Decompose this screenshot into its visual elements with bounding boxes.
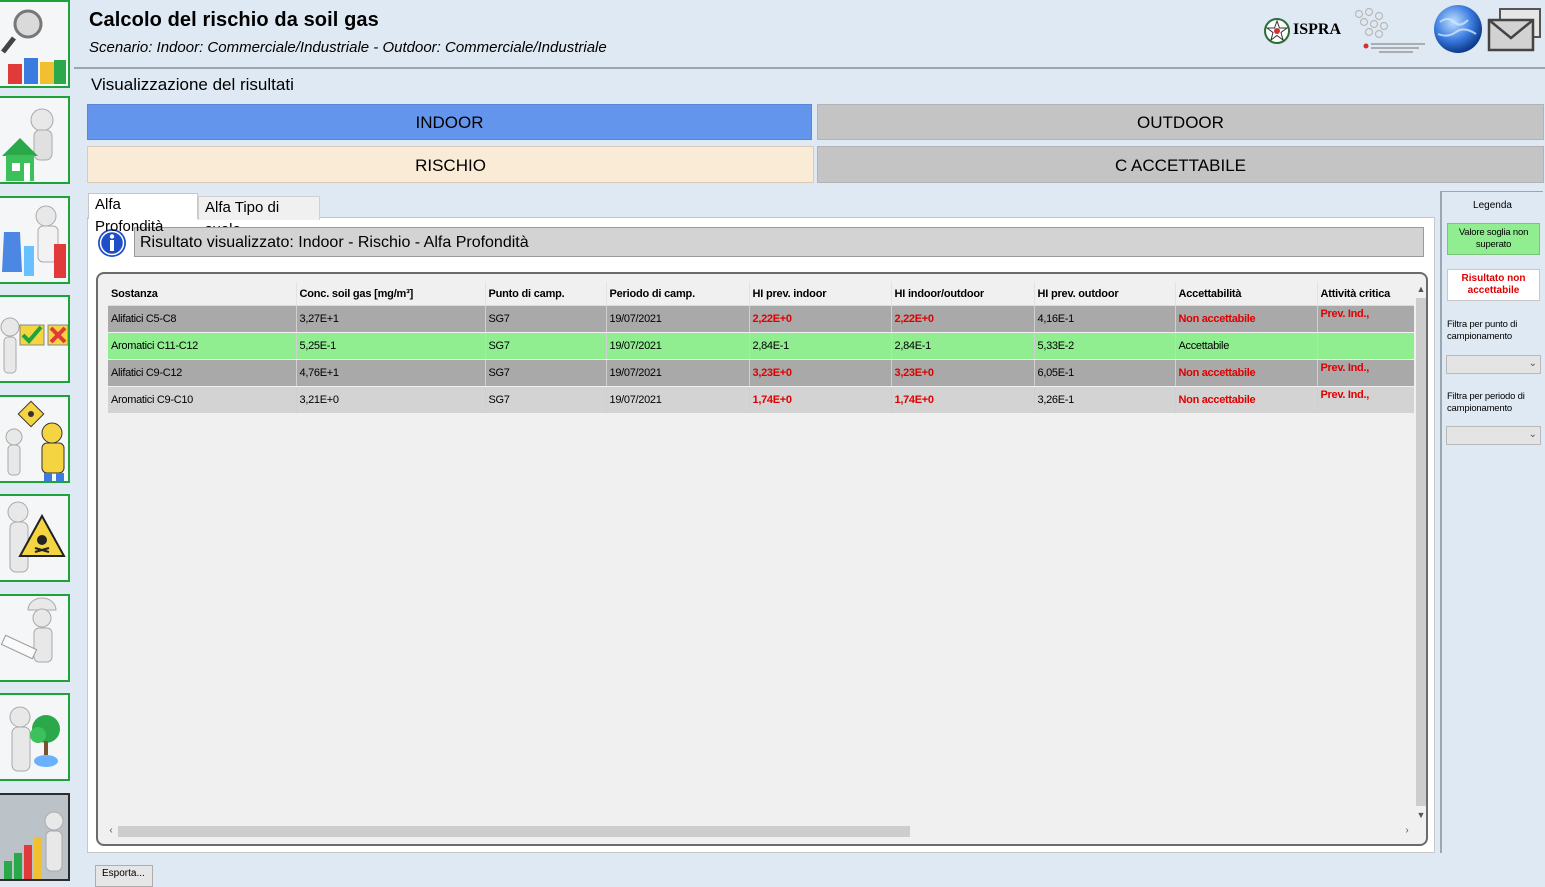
- table-header-row: Sostanza Conc. soil gas [mg/m³] Punto di…: [108, 282, 1415, 306]
- cell-hi-indoor-outdoor: 2,84E-1: [891, 332, 1035, 360]
- cell-accettabilita: Non accettabile: [1175, 305, 1318, 333]
- export-button[interactable]: Esporta...: [95, 865, 153, 887]
- col-header-attivita-critica[interactable]: Attività critica: [1317, 282, 1415, 306]
- filter-periodo-select[interactable]: ⌄: [1446, 426, 1541, 445]
- col-header-hi-indoor-outdoor[interactable]: HI indoor/outdoor: [891, 282, 1035, 306]
- scroll-up-icon[interactable]: ▲: [1414, 282, 1426, 296]
- cell-hi-indoor-outdoor: 2,22E+0: [891, 305, 1035, 333]
- cell-hi-outdoor: 4,16E-1: [1034, 305, 1176, 333]
- cell-attivita-critica: Prev. Ind.,: [1317, 359, 1415, 387]
- col-header-periodo[interactable]: Periodo di camp.: [606, 282, 750, 306]
- home-settings-icon[interactable]: [0, 96, 70, 184]
- cell-attivita-critica: Prev. Ind.,: [1317, 386, 1415, 414]
- left-nav-rail: [0, 0, 74, 881]
- cell-accettabilita: Non accettabile: [1175, 386, 1318, 414]
- indoor-button[interactable]: INDOOR: [87, 104, 812, 140]
- outdoor-button[interactable]: OUTDOOR: [817, 104, 1544, 140]
- cell-attivita-critica: [1317, 332, 1415, 360]
- section-label: Visualizzazione del risultati: [91, 75, 294, 94]
- col-header-sostanza[interactable]: Sostanza: [108, 282, 297, 306]
- cell-sostanza: Aromatici C11-C12: [108, 332, 297, 360]
- scroll-down-icon[interactable]: ▼: [1414, 808, 1426, 822]
- table-row[interactable]: Aromatici C11-C12 5,25E-1 SG7 19/07/2021…: [108, 332, 1415, 360]
- approve-reject-icon[interactable]: [0, 295, 70, 383]
- results-grid-container: Sostanza Conc. soil gas [mg/m³] Punto di…: [96, 272, 1428, 846]
- cell-hi-indoor: 2,22E+0: [749, 305, 892, 333]
- col-header-conc[interactable]: Conc. soil gas [mg/m³]: [296, 282, 486, 306]
- cell-periodo: 19/07/2021: [606, 305, 750, 333]
- cell-hi-outdoor: 6,05E-1: [1034, 359, 1176, 387]
- app-header: Calcolo del rischio da soil gas Scenario…: [74, 0, 1545, 69]
- horizontal-scroll-thumb[interactable]: [118, 826, 910, 837]
- cell-sostanza: Alifatici C5-C8: [108, 305, 297, 333]
- cell-accettabilita: Non accettabile: [1175, 359, 1318, 387]
- col-header-hi-outdoor[interactable]: HI prev. outdoor: [1034, 282, 1176, 306]
- cell-conc: 5,25E-1: [296, 332, 486, 360]
- cell-hi-outdoor: 5,33E-2: [1034, 332, 1176, 360]
- legend-panel: Legenda Valore soglia non superato Risul…: [1440, 191, 1543, 853]
- table-row[interactable]: Alifatici C5-C8 3,27E+1 SG7 19/07/2021 2…: [108, 305, 1415, 333]
- results-chart-icon[interactable]: [0, 793, 70, 881]
- cell-periodo: 19/07/2021: [606, 332, 750, 360]
- cell-punto: SG7: [485, 332, 607, 360]
- hazmat-worker-icon[interactable]: [0, 395, 70, 483]
- filter-punto-select[interactable]: ⌄: [1446, 355, 1541, 374]
- table-row[interactable]: Alifatici C9-C12 4,76E+1 SG7 19/07/2021 …: [108, 359, 1415, 387]
- table-row[interactable]: Aromatici C9-C10 3,21E+0 SG7 19/07/2021 …: [108, 386, 1415, 414]
- cell-hi-indoor: 1,74E+0: [749, 386, 892, 414]
- cell-accettabilita: Accettabile: [1175, 332, 1318, 360]
- results-table: Sostanza Conc. soil gas [mg/m³] Punto di…: [108, 282, 1415, 414]
- tab-alfa-profondita[interactable]: Alfa Profondità: [88, 193, 198, 235]
- scroll-right-icon[interactable]: ›: [1400, 824, 1414, 838]
- legend-ok-swatch: Valore soglia non superato: [1447, 223, 1540, 255]
- col-header-punto[interactable]: Punto di camp.: [485, 282, 607, 306]
- search-report-icon[interactable]: [0, 0, 70, 88]
- cell-punto: SG7: [485, 386, 607, 414]
- cell-hi-outdoor: 3,26E-1: [1034, 386, 1176, 414]
- laboratory-icon[interactable]: [0, 196, 70, 284]
- cell-periodo: 19/07/2021: [606, 359, 750, 387]
- col-header-accettabilita[interactable]: Accettabilità: [1175, 282, 1318, 306]
- legend-ko-swatch: Risultato non accettabile: [1447, 269, 1540, 301]
- filter-punto-label: Filtra per punto di campionamento: [1447, 319, 1518, 342]
- horizontal-scrollbar[interactable]: ‹ ›: [104, 824, 1414, 838]
- cell-punto: SG7: [485, 359, 607, 387]
- mail-icon[interactable]: [1486, 6, 1544, 59]
- cell-hi-indoor-outdoor: 1,74E+0: [891, 386, 1035, 414]
- cell-conc: 3,27E+1: [296, 305, 486, 333]
- cell-conc: 3,21E+0: [296, 386, 486, 414]
- chevron-down-icon: ⌄: [1528, 358, 1537, 369]
- globe-icon[interactable]: [1432, 2, 1484, 61]
- filter-periodo-label: Filtra per periodo di campionamento: [1447, 391, 1525, 414]
- chevron-down-icon: ⌄: [1528, 429, 1537, 440]
- scroll-left-icon[interactable]: ‹: [104, 824, 118, 838]
- cell-attivita-critica: Prev. Ind.,: [1317, 305, 1415, 333]
- tab-alfa-tipo-suolo[interactable]: Alfa Tipo di suolo: [198, 196, 320, 238]
- snpa-logo: [1349, 4, 1429, 56]
- c-accettabile-button[interactable]: C ACCETTABILE: [817, 146, 1544, 183]
- ecology-plant-icon[interactable]: [0, 693, 70, 781]
- ispra-logo: ISPRA: [1263, 14, 1345, 50]
- col-header-hi-indoor[interactable]: HI prev. indoor: [749, 282, 892, 306]
- toxic-warning-icon[interactable]: [0, 494, 70, 582]
- cell-sostanza: Aromatici C9-C10: [108, 386, 297, 414]
- page-title: Calcolo del rischio da soil gas: [89, 9, 379, 31]
- cell-periodo: 19/07/2021: [606, 386, 750, 414]
- cell-sostanza: Alifatici C9-C12: [108, 359, 297, 387]
- cell-hi-indoor: 2,84E-1: [749, 332, 892, 360]
- engineer-ruler-icon[interactable]: [0, 594, 70, 682]
- ispra-logo-text: ISPRA: [1293, 21, 1342, 38]
- info-bar: Risultato visualizzato: Indoor - Rischio…: [134, 227, 1424, 257]
- cell-hi-indoor: 3,23E+0: [749, 359, 892, 387]
- cell-punto: SG7: [485, 305, 607, 333]
- scenario-subtitle: Scenario: Indoor: Commerciale/Industrial…: [89, 39, 607, 56]
- legend-title: Legenda: [1473, 200, 1512, 211]
- cell-hi-indoor-outdoor: 3,23E+0: [891, 359, 1035, 387]
- vertical-scroll-thumb[interactable]: [1416, 298, 1426, 806]
- vertical-scrollbar[interactable]: ▲ ▼: [1414, 282, 1426, 822]
- rischio-button[interactable]: RISCHIO: [87, 146, 814, 183]
- cell-conc: 4,76E+1: [296, 359, 486, 387]
